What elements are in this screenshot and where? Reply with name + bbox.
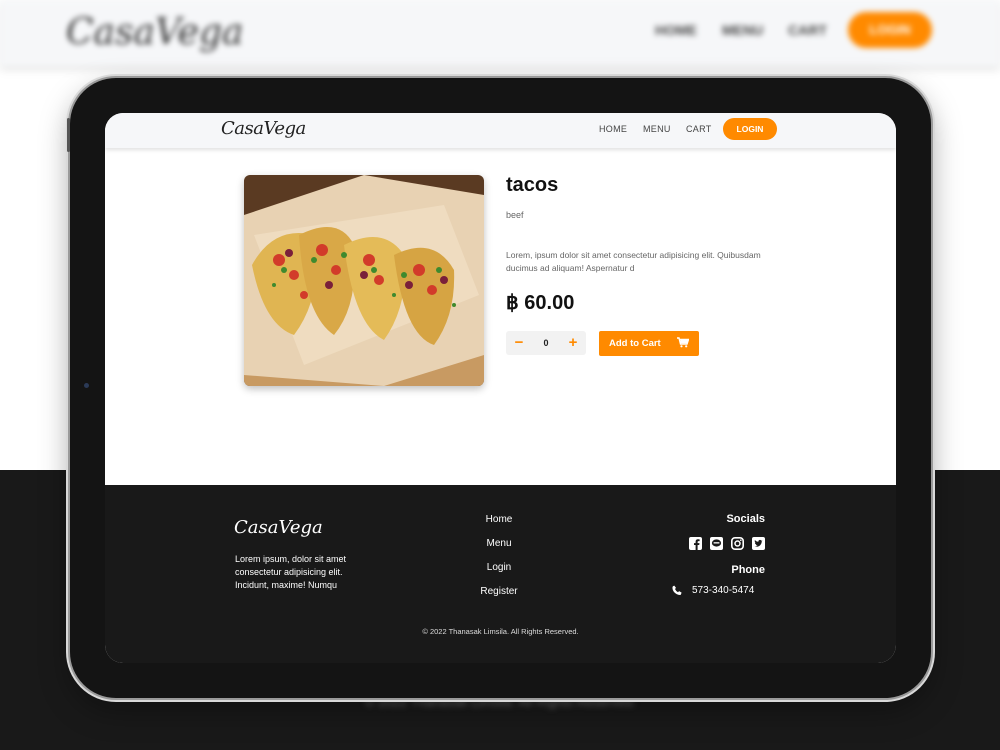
background-nav-menu: MENU xyxy=(722,22,764,38)
background-navbar: CasaVega HOME MENU CART LOGIN xyxy=(0,0,1000,66)
facebook-icon[interactable] xyxy=(689,537,702,550)
product-description: Lorem, ipsum dolor sit amet consectetur … xyxy=(506,250,761,273)
tablet-screen: CasaVega HOME MENU CART LOGIN tacos beef… xyxy=(105,113,896,663)
product-category: beef xyxy=(506,210,524,220)
quantity-value: 0 xyxy=(543,338,549,348)
background-nav-home: HOME xyxy=(655,22,697,38)
footer-logo[interactable]: CasaVega xyxy=(234,517,323,538)
add-to-cart-button[interactable]: Add to Cart xyxy=(599,331,699,356)
tablet-side-button xyxy=(67,118,70,152)
nav-home-link[interactable]: HOME xyxy=(599,124,627,134)
tablet-frame: CasaVega HOME MENU CART LOGIN tacos beef… xyxy=(67,78,931,698)
instagram-icon[interactable] xyxy=(731,537,744,550)
phone-number[interactable]: 573-340-5474 xyxy=(692,585,754,596)
tablet-camera xyxy=(84,383,89,388)
footer-link-register[interactable]: Register xyxy=(439,586,559,597)
product-price: ฿ 60.00 xyxy=(506,292,575,314)
tacos-photo-icon xyxy=(244,175,484,386)
login-button[interactable]: LOGIN xyxy=(723,118,777,140)
nav-cart-link[interactable]: CART xyxy=(686,124,712,134)
background-login-button: LOGIN xyxy=(848,12,932,48)
navbar: CasaVega HOME MENU CART LOGIN xyxy=(105,113,896,148)
quantity-decrease-button[interactable]: − xyxy=(506,331,532,355)
product-image xyxy=(244,175,484,386)
product-title: tacos xyxy=(506,174,559,196)
site-logo[interactable]: CasaVega xyxy=(221,118,306,139)
cart-icon xyxy=(677,337,690,351)
twitter-icon[interactable] xyxy=(752,537,765,550)
quantity-increase-button[interactable]: + xyxy=(560,331,586,355)
phone-heading: Phone xyxy=(731,564,765,576)
footer-link-home[interactable]: Home xyxy=(439,514,559,525)
line-icon[interactable] xyxy=(710,537,723,550)
background-logo: CasaVega xyxy=(66,12,244,53)
footer-link-menu[interactable]: Menu xyxy=(439,538,559,549)
background-nav-cart: CART xyxy=(788,22,827,38)
footer-link-login[interactable]: Login xyxy=(439,562,559,573)
socials-heading: Socials xyxy=(726,513,765,525)
nav-menu-link[interactable]: MENU xyxy=(643,124,671,134)
phone-icon xyxy=(672,585,683,599)
footer-copyright: © 2022 Thanasak Limsila. All Rights Rese… xyxy=(422,627,579,636)
footer-tagline: Lorem ipsum, dolor sit amet consectetur … xyxy=(235,554,347,590)
quantity-stepper: − 0 + xyxy=(506,331,586,355)
site-footer: CasaVega Lorem ipsum, dolor sit amet con… xyxy=(105,485,896,663)
add-to-cart-label: Add to Cart xyxy=(609,338,661,349)
